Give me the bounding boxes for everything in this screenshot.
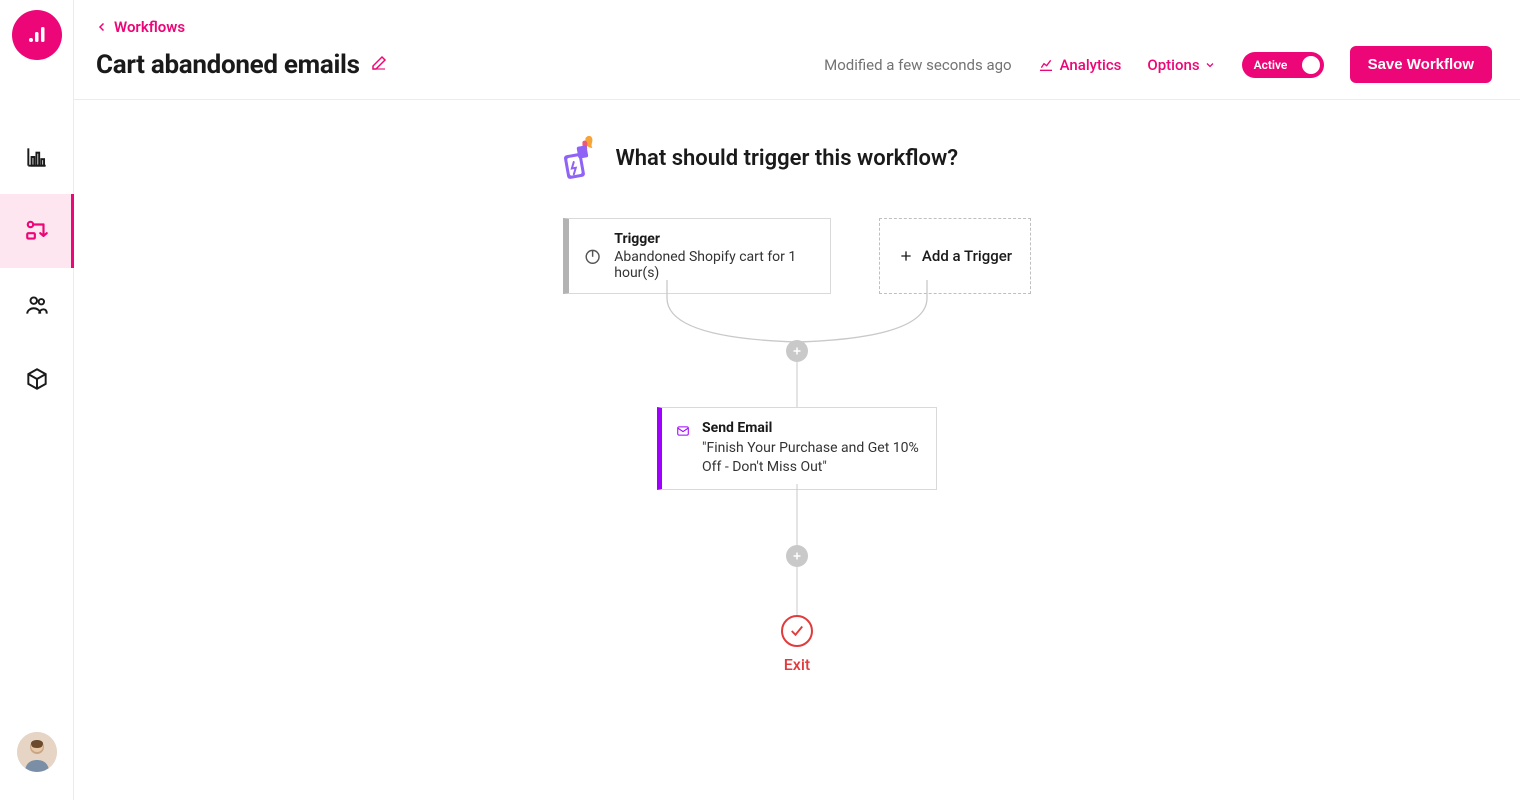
workflow-icon <box>24 218 50 244</box>
connector-line <box>797 567 798 615</box>
action-card-send-email[interactable]: Send Email "Finish Your Purchase and Get… <box>657 407 937 490</box>
brand-logo[interactable] <box>12 10 62 60</box>
workflow-canvas[interactable]: What should trigger this workflow? Trigg… <box>74 100 1520 800</box>
main: Workflows Cart abandoned emails Modified… <box>74 0 1520 800</box>
plus-icon <box>791 345 803 357</box>
people-icon <box>24 292 50 318</box>
check-icon <box>788 622 806 640</box>
trigger-card-subtitle: Abandoned Shopify cart for 1 hour(s) <box>614 249 816 281</box>
action-card-title: Send Email <box>702 420 922 436</box>
avatar-img <box>17 732 57 772</box>
nav-analytics[interactable] <box>0 120 74 194</box>
exit-circle <box>781 615 813 647</box>
breadcrumb-back[interactable]: Workflows <box>96 18 1492 36</box>
mail-icon <box>676 420 690 442</box>
nav-cube[interactable] <box>0 342 74 416</box>
pencil-icon <box>370 54 388 72</box>
power-icon <box>583 245 602 267</box>
edit-title-button[interactable] <box>370 54 388 76</box>
modified-text: Modified a few seconds ago <box>824 56 1012 74</box>
connector-line <box>797 362 798 407</box>
save-workflow-button[interactable]: Save Workflow <box>1350 46 1492 83</box>
trigger-card-title: Trigger <box>614 231 816 247</box>
exit-node[interactable]: Exit <box>781 615 813 674</box>
toggle-label: Active <box>1254 58 1288 72</box>
chevron-left-icon <box>96 21 108 33</box>
nav-people[interactable] <box>0 268 74 342</box>
sidebar <box>0 0 74 800</box>
chevron-down-icon <box>1204 59 1216 71</box>
add-step-button-2[interactable] <box>786 545 808 567</box>
header: Workflows Cart abandoned emails Modified… <box>74 0 1520 100</box>
connector-line <box>797 484 798 546</box>
add-trigger-button[interactable]: Add a Trigger <box>879 218 1031 294</box>
options-dropdown[interactable]: Options <box>1147 56 1215 74</box>
add-step-button-1[interactable] <box>786 340 808 362</box>
analytics-link[interactable]: Analytics <box>1038 56 1122 74</box>
trigger-prompt: What should trigger this workflow? <box>615 146 958 171</box>
bar-chart-icon <box>24 144 50 170</box>
active-toggle[interactable]: Active <box>1242 52 1324 78</box>
plus-icon <box>791 550 803 562</box>
line-chart-icon <box>1038 57 1054 73</box>
trigger-header: What should trigger this workflow? <box>555 132 958 184</box>
cube-icon <box>24 366 50 392</box>
options-label: Options <box>1147 56 1199 74</box>
add-trigger-label: Add a Trigger <box>922 247 1012 265</box>
analytics-label: Analytics <box>1060 56 1122 74</box>
lighter-icon <box>555 132 599 184</box>
page-title: Cart abandoned emails <box>96 50 360 80</box>
nav-workflows[interactable] <box>0 194 74 268</box>
brand-bars-icon <box>25 23 49 47</box>
trigger-card[interactable]: Trigger Abandoned Shopify cart for 1 hou… <box>563 218 831 294</box>
toggle-knob <box>1302 56 1320 74</box>
action-card-subtitle: "Finish Your Purchase and Get 10% Off - … <box>702 439 922 477</box>
plus-icon <box>898 248 914 264</box>
user-avatar[interactable] <box>17 732 57 772</box>
exit-label: Exit <box>784 655 811 674</box>
breadcrumb-label: Workflows <box>114 18 185 36</box>
